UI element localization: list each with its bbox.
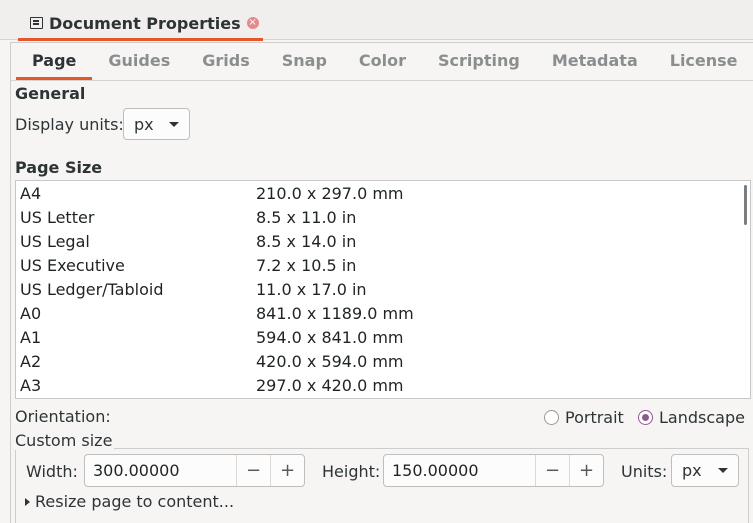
tab-scripting[interactable]: Scripting	[422, 44, 536, 80]
page-size-dimensions: 7.2 x 10.5 in	[256, 256, 357, 275]
display-units-value: px	[134, 114, 154, 134]
resize-page-label: Resize page to content...	[35, 492, 235, 511]
height-decrement-button[interactable]: −	[535, 455, 569, 486]
page-size-dimensions: 420.0 x 594.0 mm	[256, 352, 404, 371]
list-item[interactable]: US Executive 7.2 x 10.5 in	[16, 254, 750, 278]
portrait-option[interactable]: Portrait	[544, 408, 624, 427]
width-input[interactable]: 300.00000	[85, 461, 236, 480]
page-size-name: A2	[20, 352, 42, 371]
expander-arrow-icon	[25, 497, 30, 506]
dock-tab-document-properties[interactable]: Document Properties ×	[18, 8, 263, 41]
list-item[interactable]: A2 420.0 x 594.0 mm	[16, 350, 750, 374]
page-size-name: A3	[20, 376, 42, 395]
portrait-label: Portrait	[565, 408, 624, 427]
page-size-dimensions: 594.0 x 841.0 mm	[256, 328, 404, 347]
tab-metadata[interactable]: Metadata	[536, 44, 654, 80]
close-icon[interactable]: ×	[246, 17, 259, 29]
page-size-dimensions: 11.0 x 17.0 in	[256, 280, 367, 299]
scrollbar[interactable]	[744, 185, 747, 225]
list-item[interactable]: A3 297.0 x 420.0 mm	[16, 374, 750, 398]
list-item[interactable]: US Legal 8.5 x 14.0 in	[16, 230, 750, 254]
tab-guides[interactable]: Guides	[92, 44, 186, 80]
height-spinbox[interactable]: 150.00000 − +	[383, 454, 604, 487]
tab-license[interactable]: License	[654, 44, 753, 80]
chevron-down-icon	[169, 121, 179, 127]
resize-page-expander[interactable]: Resize page to content...	[25, 492, 234, 511]
tab-color[interactable]: Color	[343, 44, 422, 80]
landscape-label: Landscape	[659, 408, 745, 427]
chevron-down-icon	[718, 468, 728, 473]
page-size-dimensions: 8.5 x 11.0 in	[256, 208, 357, 227]
width-decrement-button[interactable]: −	[236, 455, 270, 486]
page-size-name: US Ledger/Tabloid	[20, 280, 164, 299]
list-item[interactable]: A0 841.0 x 1189.0 mm	[16, 302, 750, 326]
display-units-dropdown[interactable]: px	[123, 108, 190, 140]
units-value: px	[682, 461, 702, 480]
tab-grids[interactable]: Grids	[186, 44, 265, 80]
page-size-dimensions: 841.0 x 1189.0 mm	[256, 304, 414, 323]
list-item[interactable]: A4 210.0 x 297.0 mm	[16, 182, 750, 206]
landscape-option[interactable]: Landscape	[638, 408, 745, 427]
general-heading: General	[15, 84, 86, 103]
page-size-dimensions: 297.0 x 420.0 mm	[256, 376, 404, 395]
custom-size-heading: Custom size	[15, 431, 115, 450]
height-input[interactable]: 150.00000	[384, 461, 535, 480]
height-label: Height:	[322, 462, 381, 481]
units-dropdown[interactable]: px	[671, 454, 739, 487]
page-size-name: A0	[20, 304, 42, 323]
document-properties-icon	[30, 17, 43, 29]
list-item[interactable]: US Letter 8.5 x 11.0 in	[16, 206, 750, 230]
orientation-label: Orientation:	[15, 407, 111, 426]
page-size-name: US Executive	[20, 256, 125, 275]
page-size-dimensions: 210.0 x 297.0 mm	[256, 184, 404, 203]
dock-tab-title: Document Properties	[49, 13, 241, 33]
list-item[interactable]: US Ledger/Tabloid 11.0 x 17.0 in	[16, 278, 750, 302]
portrait-radio[interactable]	[544, 410, 559, 425]
page-size-heading: Page Size	[15, 158, 103, 177]
page-size-dimensions: 8.5 x 14.0 in	[256, 232, 357, 251]
tab-page[interactable]: Page	[16, 44, 93, 80]
page-size-name: A1	[20, 328, 42, 347]
display-units-label: Display units:	[15, 115, 124, 134]
tabs-divider	[10, 80, 753, 81]
width-label: Width:	[26, 462, 78, 481]
page-size-name: US Legal	[20, 232, 90, 251]
notebook-tabs: Page Guides Grids Snap Color Scripting M…	[16, 44, 753, 80]
list-item[interactable]: A1 594.0 x 841.0 mm	[16, 326, 750, 350]
landscape-radio[interactable]	[638, 410, 653, 425]
page-size-name: US Letter	[20, 208, 95, 227]
units-label: Units:	[621, 462, 668, 481]
height-increment-button[interactable]: +	[569, 455, 603, 486]
width-spinbox[interactable]: 300.00000 − +	[84, 454, 305, 487]
tab-snap[interactable]: Snap	[266, 44, 343, 80]
width-increment-button[interactable]: +	[270, 455, 304, 486]
page-size-name: A4	[20, 184, 42, 203]
page-size-list[interactable]: A4 210.0 x 297.0 mm US Letter 8.5 x 11.0 i…	[15, 180, 751, 399]
